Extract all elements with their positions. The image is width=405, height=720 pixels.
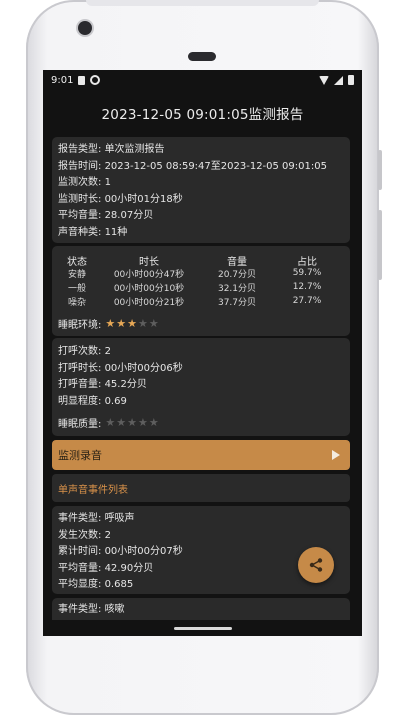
app-notification-icon bbox=[90, 75, 101, 85]
star-icon: ★ bbox=[116, 317, 127, 330]
star-icon: ★ bbox=[148, 416, 159, 429]
star-rating: ★ ★ ★ ★ ★ bbox=[105, 416, 158, 429]
environment-table-header: 状态 时长 音量 占比 bbox=[52, 246, 350, 268]
summary-row: 平均音量: 28.07分贝 bbox=[58, 210, 154, 221]
snoring-row: 打呼音量: 45.2分贝 bbox=[58, 379, 147, 390]
play-arrow-icon bbox=[332, 450, 340, 460]
rating-label: 睡眠质量: bbox=[58, 419, 102, 430]
cell-signal-icon bbox=[334, 75, 343, 85]
summary-row: 报告类型: 单次监测报告 bbox=[58, 144, 165, 155]
column-header: 状态 bbox=[67, 257, 87, 268]
summary-row: 报告时间: 2023-12-05 08:59:47至2023-12-05 09:… bbox=[58, 160, 327, 172]
star-icon: ★ bbox=[138, 416, 148, 429]
star-icon: ★ bbox=[105, 416, 116, 429]
sim-card-icon bbox=[78, 75, 86, 85]
sleep-environment-rating: 睡眠环境: ★ ★ ★ ★ ★ bbox=[58, 316, 159, 331]
share-button[interactable] bbox=[298, 547, 334, 583]
screen: 9:01 2023-12-05 09:01:05监测报告 报告类型: 单次监测报… bbox=[43, 70, 362, 636]
environment-card: 状态 时长 音量 占比 安静 00小时00分47秒 20.7分贝 59.7% 一… bbox=[52, 246, 350, 336]
table-row: 一般 00小时00分10秒 32.1分贝 12.7% bbox=[67, 282, 322, 294]
battery-icon bbox=[348, 75, 354, 85]
volume-rocker[interactable] bbox=[378, 210, 382, 280]
summary-row: 监测时长: 00小时01分18秒 bbox=[58, 193, 183, 205]
earpiece-speaker bbox=[188, 52, 216, 61]
gesture-nav-bar bbox=[43, 620, 362, 636]
snoring-card: 打呼次数: 2 打呼时长: 00小时00分06秒 打呼音量: 45.2分贝 明显… bbox=[52, 338, 350, 436]
rating-label: 睡眠环境: bbox=[58, 320, 102, 331]
star-icon: ★ bbox=[127, 416, 137, 429]
event-row: 发生次数: 2 bbox=[58, 529, 111, 541]
record-button-label: 监测录音 bbox=[58, 449, 102, 462]
share-icon bbox=[309, 558, 323, 572]
page-title: 2023-12-05 09:01:05监测报告 bbox=[101, 107, 304, 123]
table-row: 噪杂 00小时00分21秒 37.7分贝 27.7% bbox=[67, 296, 322, 308]
sleep-quality-rating: 睡眠质量: ★ ★ ★ ★ ★ bbox=[58, 415, 159, 430]
column-header: 音量 bbox=[227, 257, 247, 268]
star-icon: ★ bbox=[138, 317, 148, 330]
star-icon: ★ bbox=[116, 416, 127, 429]
summary-row: 监测次数: 1 bbox=[58, 177, 111, 188]
star-icon: ★ bbox=[148, 317, 159, 330]
snoring-row: 打呼次数: 2 bbox=[58, 346, 111, 357]
snoring-row: 明显程度: 0.69 bbox=[58, 395, 127, 407]
column-header: 占比 bbox=[297, 257, 317, 268]
summary-row: 声音种类: 11种 bbox=[58, 226, 128, 238]
monitor-recording-button[interactable]: 监测录音 bbox=[52, 440, 350, 470]
table-row: 安静 00小时00分47秒 20.7分贝 59.7% bbox=[67, 268, 322, 280]
front-camera bbox=[78, 21, 92, 35]
star-rating: ★ ★ ★ ★ ★ bbox=[105, 317, 158, 330]
event-row: 事件类型: 咳嗽 bbox=[58, 604, 125, 615]
snoring-row: 打呼时长: 00小时00分06秒 bbox=[58, 362, 183, 374]
status-time: 9:01 bbox=[51, 74, 74, 86]
home-gesture-handle[interactable] bbox=[173, 626, 232, 630]
star-icon: ★ bbox=[105, 317, 116, 330]
status-bar: 9:01 bbox=[43, 70, 362, 90]
summary-card: 报告类型: 单次监测报告 报告时间: 2023-12-05 08:59:47至2… bbox=[52, 137, 350, 243]
event-row: 事件类型: 呼吸声 bbox=[58, 513, 135, 524]
star-icon: ★ bbox=[127, 317, 137, 330]
column-header: 时长 bbox=[139, 257, 159, 268]
phone-top-rim bbox=[86, 0, 319, 6]
wifi-icon bbox=[319, 75, 329, 85]
power-button[interactable] bbox=[378, 150, 382, 190]
event-list-header: 单声音事件列表 bbox=[52, 474, 350, 502]
